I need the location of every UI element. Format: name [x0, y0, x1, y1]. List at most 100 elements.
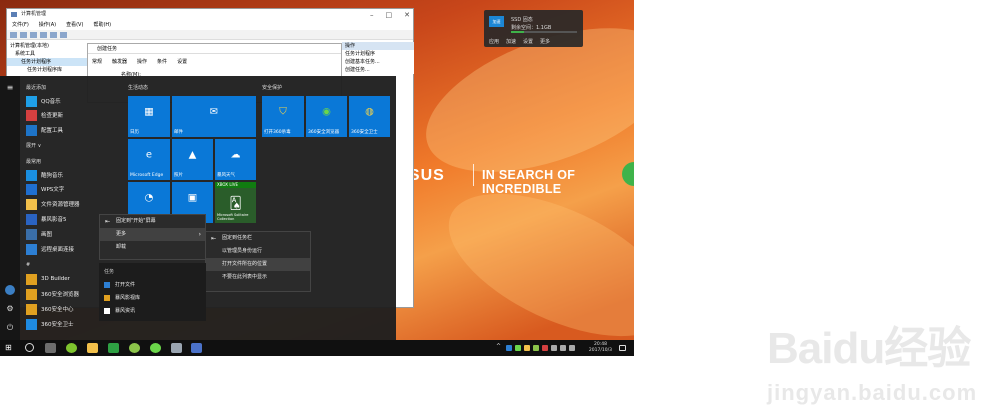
- input-method-icon[interactable]: [569, 345, 575, 351]
- action-item[interactable]: 任务计划程序: [342, 50, 414, 58]
- tile-360-guard[interactable]: ◍ 360安全卫士: [349, 96, 390, 137]
- pin-to-taskbar-item[interactable]: ⇤ 固定到任务栏: [206, 232, 310, 245]
- taskbar-app-icon[interactable]: [171, 343, 182, 353]
- widget-action[interactable]: 应用: [489, 38, 499, 45]
- app-item[interactable]: 酷狗音乐: [26, 169, 63, 181]
- minimize-icon[interactable]: –: [370, 10, 374, 21]
- taskbar-app-icon[interactable]: [191, 343, 202, 353]
- tray-app-icon[interactable]: [506, 345, 512, 351]
- tab-general[interactable]: 常规: [92, 58, 102, 65]
- settings-icon[interactable]: ⚙: [5, 304, 15, 314]
- widget-action[interactable]: 设置: [523, 38, 533, 45]
- chevron-right-icon: ›: [198, 231, 201, 238]
- properties-icon[interactable]: [40, 32, 47, 38]
- more-item[interactable]: 更多 ›: [100, 228, 205, 241]
- navigation-tree: 计算机管理(本地) 系统工具 任务计划程序 任务计划程序库: [7, 42, 87, 74]
- tile-photos[interactable]: ▲ 照片: [172, 139, 213, 180]
- taskbar-app-icon[interactable]: [108, 343, 119, 353]
- menu-help[interactable]: 帮助(H): [93, 20, 111, 30]
- hide-from-list-item[interactable]: 不要在此列表中显示: [206, 271, 310, 284]
- tile-mail[interactable]: ✉ 邮件: [172, 96, 256, 137]
- pin-to-start-item[interactable]: ⇤ 固定到"开始"屏幕: [100, 215, 205, 228]
- tree-item[interactable]: 计算机管理(本地): [7, 42, 87, 50]
- tile-solitaire[interactable]: XBOX LIVE 🂡 Microsoft Solitaire Collecti…: [215, 182, 256, 223]
- help-icon[interactable]: [50, 32, 57, 38]
- tray-app-icon[interactable]: [524, 345, 530, 351]
- news-icon: [104, 307, 110, 314]
- menu-view[interactable]: 查看(V): [66, 20, 83, 30]
- run-as-admin-item[interactable]: 以管理员身份运行: [206, 245, 310, 258]
- network-icon[interactable]: [551, 345, 557, 351]
- app-item[interactable]: QQ音乐: [26, 95, 61, 107]
- hamburger-icon[interactable]: ≡: [5, 83, 15, 93]
- tile-calendar[interactable]: ▦ 日历: [128, 96, 170, 137]
- file-explorer-icon[interactable]: [87, 343, 98, 353]
- window-titlebar[interactable]: 计算机管理 – □ ✕: [7, 9, 413, 20]
- app-item[interactable]: 远程桌面连接: [26, 243, 74, 255]
- menu-file[interactable]: 文件(F): [12, 20, 29, 30]
- tree-item-selected[interactable]: 任务计划程序: [7, 58, 87, 66]
- 360-browser-taskbar-icon[interactable]: [150, 343, 161, 353]
- notification-icon[interactable]: [619, 345, 626, 351]
- chevron-up-icon[interactable]: ^: [496, 343, 502, 350]
- app-item[interactable]: 文件资源管理器: [26, 198, 80, 210]
- tray-app-icon[interactable]: [533, 345, 539, 351]
- qq-music-icon: [26, 95, 37, 107]
- app-item[interactable]: 360安全浏览器: [26, 288, 79, 300]
- jump-item[interactable]: 暴风资讯: [104, 307, 135, 314]
- taskbar-app-icon[interactable]: [129, 343, 140, 353]
- menu-action[interactable]: 操作(A): [39, 20, 56, 30]
- maximize-icon[interactable]: □: [386, 10, 393, 21]
- tree-item[interactable]: 系统工具: [7, 50, 87, 58]
- taskbar-app-icon[interactable]: [66, 343, 77, 353]
- edge-icon: e: [145, 149, 153, 161]
- jump-item[interactable]: 打开文件: [104, 281, 135, 288]
- tile-360-browser[interactable]: ◉ 360安全浏览器: [306, 96, 347, 137]
- tray-app-icon[interactable]: [542, 345, 548, 351]
- action-item[interactable]: 创建任务...: [342, 66, 414, 74]
- forward-icon[interactable]: [20, 32, 27, 38]
- widget-action[interactable]: 加速: [506, 38, 516, 45]
- tab-actions[interactable]: 操作: [137, 58, 147, 65]
- uninstall-item[interactable]: 卸载: [100, 241, 205, 254]
- tray-app-icon[interactable]: [515, 345, 521, 351]
- letter-header[interactable]: #: [26, 262, 30, 268]
- app-item[interactable]: WPS文字: [26, 183, 64, 195]
- tile-360-antivirus[interactable]: ⛉ 打开360杀毒: [262, 96, 304, 137]
- tab-triggers[interactable]: 触发器: [112, 58, 127, 65]
- tile-weather[interactable]: ☁ 暴风天气: [215, 139, 256, 180]
- back-icon[interactable]: [10, 32, 17, 38]
- panel-icon[interactable]: [60, 32, 67, 38]
- tab-settings[interactable]: 设置: [177, 58, 187, 65]
- app-item[interactable]: 360安全卫士: [26, 318, 74, 330]
- tab-conditions[interactable]: 条件: [157, 58, 167, 65]
- app-item[interactable]: 检查更新: [26, 109, 63, 121]
- open-file-location-item[interactable]: 打开文件所在的位置: [206, 258, 310, 271]
- widget-action[interactable]: 更多: [540, 38, 550, 45]
- power-icon[interactable]: ⏻: [5, 323, 15, 333]
- user-avatar-icon[interactable]: [5, 285, 15, 295]
- app-item[interactable]: 画图: [26, 228, 52, 240]
- volume-icon[interactable]: [560, 345, 566, 351]
- app-item[interactable]: 暴风影音5: [26, 213, 67, 225]
- folder-icon[interactable]: [30, 32, 37, 38]
- action-item[interactable]: 创建基本任务...: [342, 58, 414, 66]
- disk-widget[interactable]: 加速 SSD 固态 剩余空间：1.1GB 应用 加速 设置 更多: [484, 10, 583, 47]
- expand-link[interactable]: 展开 ∨: [26, 142, 41, 149]
- clock[interactable]: 20:48 2017/10/3: [589, 342, 612, 354]
- app-item[interactable]: 配置工具: [26, 124, 63, 136]
- search-icon[interactable]: [25, 343, 34, 352]
- tree-item[interactable]: 任务计划程序库: [7, 66, 87, 74]
- windows-start-icon[interactable]: ⊞: [5, 344, 13, 352]
- jump-list-header: 任务: [104, 269, 115, 275]
- config-tool-icon: [26, 124, 37, 136]
- menu-bar: 文件(F) 操作(A) 查看(V) 帮助(H): [7, 20, 413, 30]
- app-item[interactable]: 360安全中心: [26, 303, 74, 315]
- close-icon[interactable]: ✕: [404, 10, 410, 21]
- tile-edge[interactable]: e Microsoft Edge: [128, 139, 170, 180]
- toolbar: [7, 30, 413, 40]
- clock-time: 20:48: [593, 342, 607, 347]
- taskbar-app-icon[interactable]: [45, 343, 56, 353]
- jump-item[interactable]: 暴风影视库: [104, 294, 140, 301]
- app-item[interactable]: 3D Builder: [26, 273, 70, 285]
